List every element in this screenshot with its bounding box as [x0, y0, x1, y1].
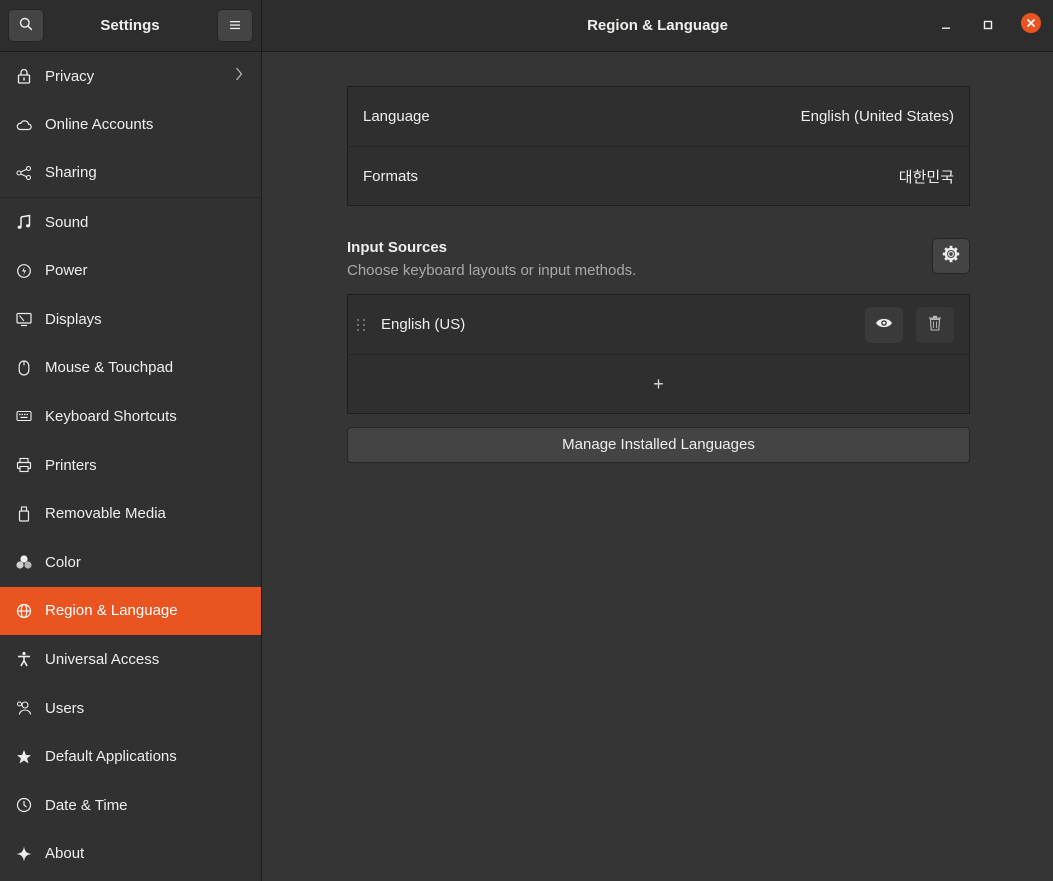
display-icon	[15, 310, 33, 328]
minimize-button[interactable]	[935, 14, 957, 36]
trash-icon	[928, 315, 942, 335]
formats-value: 대한민국	[898, 167, 954, 186]
sidebar-item-label: Online Accounts	[45, 116, 154, 134]
input-sources-subtitle: Choose keyboard layouts or input methods…	[347, 262, 637, 279]
language-label: Language	[363, 108, 430, 125]
sidebar-item-label: Privacy	[45, 67, 95, 85]
mouse-icon	[15, 359, 33, 377]
sidebar-item-label: Default Applications	[45, 748, 177, 766]
sidebar-item-online-accounts[interactable]: Online Accounts	[0, 101, 261, 150]
users-icon	[15, 699, 33, 717]
sidebar-item-label: Sound	[45, 213, 89, 231]
gear-icon	[942, 245, 960, 267]
color-icon	[15, 553, 33, 571]
search-button[interactable]	[8, 9, 44, 42]
sidebar-item-label: Printers	[45, 456, 97, 474]
music-note-icon	[15, 213, 33, 231]
keyboard-icon	[15, 407, 33, 425]
sidebar-item-power[interactable]: Power	[0, 246, 261, 295]
remove-input-source-button[interactable]	[916, 306, 954, 343]
sidebar-item-label: Removable Media	[45, 505, 166, 523]
search-icon	[19, 17, 33, 35]
add-input-source-row[interactable]: +	[348, 354, 969, 413]
sidebar-item-users[interactable]: Users	[0, 684, 261, 733]
formats-label: Formats	[363, 167, 419, 185]
sidebar-item-color[interactable]: Color	[0, 538, 261, 587]
input-sources-options-button[interactable]	[932, 238, 970, 274]
sidebar-header: Settings	[0, 0, 262, 51]
chevron-right-icon	[235, 66, 243, 86]
manage-installed-languages-button[interactable]: Manage Installed Languages	[347, 427, 970, 463]
printer-icon	[15, 456, 33, 474]
sidebar-item-keyboard-shortcuts[interactable]: Keyboard Shortcuts	[0, 392, 261, 441]
sparkle-icon	[15, 845, 33, 863]
sidebar-item-date-time[interactable]: Date & Time	[0, 781, 261, 830]
sidebar-item-label: Sharing	[45, 164, 97, 182]
sidebar-item-label: Date & Time	[45, 796, 128, 814]
sidebar-item-label: Region & Language	[45, 602, 178, 620]
power-icon	[15, 262, 33, 280]
menu-button[interactable]	[217, 9, 253, 42]
usb-drive-icon	[15, 505, 33, 523]
region-settings-list: Language English (United States) Formats…	[347, 86, 970, 206]
sidebar-item-label: Power	[45, 262, 88, 280]
sidebar-item-sharing[interactable]: Sharing	[0, 149, 261, 198]
formats-row[interactable]: Formats 대한민국	[348, 146, 969, 205]
eye-icon	[875, 316, 893, 333]
sidebar-item-label: Mouse & Touchpad	[45, 359, 174, 377]
sidebar-item-removable-media[interactable]: Removable Media	[0, 489, 261, 538]
sidebar: Privacy Online Accounts Sharing Sound Po…	[0, 52, 262, 881]
sidebar-item-label: Keyboard Shortcuts	[45, 407, 177, 425]
maximize-icon	[983, 17, 993, 34]
sidebar-title: Settings	[100, 17, 160, 34]
preview-layout-button[interactable]	[865, 306, 903, 343]
star-icon	[15, 748, 33, 766]
hamburger-menu-icon	[229, 17, 241, 34]
sidebar-item-displays[interactable]: Displays	[0, 295, 261, 344]
sidebar-item-universal-access[interactable]: Universal Access	[0, 635, 261, 684]
input-source-row[interactable]: English (US)	[348, 295, 969, 354]
input-sources-list: English (US) +	[347, 294, 970, 414]
language-value: English (United States)	[800, 108, 954, 125]
close-icon	[1020, 12, 1042, 38]
header-bar: Settings Region & Language	[0, 0, 1053, 52]
sidebar-item-mouse-touchpad[interactable]: Mouse & Touchpad	[0, 344, 261, 393]
accessibility-icon	[15, 650, 33, 668]
sidebar-item-printers[interactable]: Printers	[0, 441, 261, 490]
sidebar-item-privacy[interactable]: Privacy	[0, 52, 261, 101]
globe-icon	[15, 602, 33, 620]
input-source-label: English (US)	[381, 316, 466, 333]
settings-window: Settings Region & Language Privacy Onlin…	[0, 0, 1053, 881]
sidebar-item-region-language[interactable]: Region & Language	[0, 586, 261, 636]
sidebar-item-about[interactable]: About	[0, 830, 261, 879]
sidebar-item-label: Displays	[45, 310, 102, 328]
share-icon	[15, 164, 33, 182]
drag-handle-icon[interactable]	[356, 318, 366, 332]
main-panel: Language English (United States) Formats…	[262, 52, 1053, 881]
lock-icon	[15, 67, 33, 85]
add-icon: +	[653, 373, 664, 394]
sidebar-item-label: Users	[45, 699, 85, 717]
maximize-button[interactable]	[977, 14, 999, 36]
input-sources-title: Input Sources	[347, 239, 448, 256]
sidebar-item-default-applications[interactable]: Default Applications	[0, 732, 261, 781]
clock-icon	[15, 796, 33, 814]
language-row[interactable]: Language English (United States)	[348, 87, 969, 146]
sidebar-item-sound[interactable]: Sound	[0, 198, 261, 247]
sidebar-item-label: Color	[45, 553, 81, 571]
cloud-icon	[15, 116, 33, 134]
close-button[interactable]	[1020, 12, 1042, 38]
sidebar-item-label: About	[45, 845, 85, 863]
minimize-icon	[941, 17, 951, 34]
sidebar-item-label: Universal Access	[45, 650, 160, 668]
